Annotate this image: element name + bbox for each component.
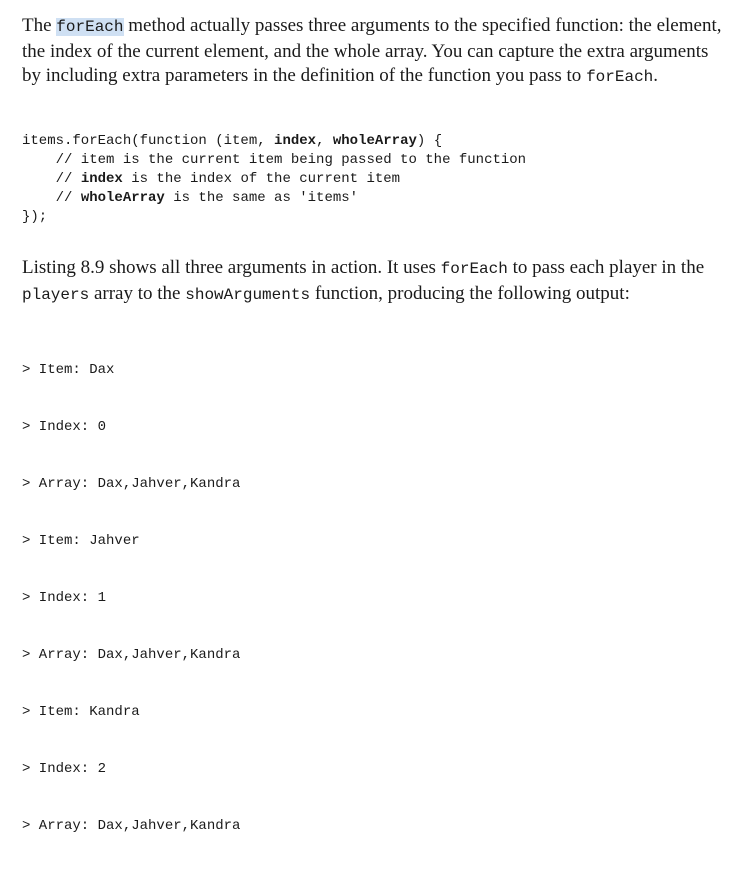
code-text: //	[22, 171, 81, 187]
code-text: ) {	[416, 133, 443, 149]
code-bold-text: index	[274, 133, 317, 149]
intro-paragraph: The forEach method actually passes three…	[22, 14, 728, 90]
code-line: items.forEach(function (item, index, who…	[22, 132, 526, 151]
inline-code-showarguments: showArguments	[185, 285, 311, 304]
inline-code-foreach-highlighted: forEach	[56, 18, 124, 36]
output-line: > Index: 2	[22, 761, 107, 777]
text-run: .	[653, 65, 659, 86]
text-run: Listing 8.9 shows all three arguments in…	[22, 257, 441, 278]
output-line: > Item: Jahver	[22, 533, 140, 549]
output-line: > Array: Dax,Jahver,Kandra	[22, 476, 241, 492]
inline-code-players: players	[22, 285, 90, 304]
output-line: > Item: Kandra	[22, 704, 140, 720]
code-listing: items.forEach(function (item, index, who…	[22, 132, 526, 227]
code-text: });	[22, 209, 48, 225]
output-line: > Item: Dax	[22, 362, 115, 378]
text-run: function, producing the following output…	[310, 282, 630, 304]
text-run: The	[22, 15, 57, 36]
output-line: > Array: Dax,Jahver,Kandra	[22, 818, 241, 834]
code-line: // index is the index of the current ite…	[22, 170, 526, 189]
code-text: is the index of the current item	[122, 171, 401, 187]
inline-code-foreach: forEach	[586, 68, 654, 86]
code-text: is the same as 'items'	[164, 190, 359, 206]
code-text: items.forEach(function (item,	[22, 133, 275, 149]
console-output: > Item: Dax > Index: 0 > Array: Dax,Jahv…	[22, 323, 240, 874]
text-run: array to the	[89, 282, 186, 304]
listing-description-paragraph: Listing 8.9 shows all three arguments in…	[22, 256, 728, 307]
code-bold-text: wholeArray	[80, 190, 165, 206]
code-text: ,	[316, 133, 333, 149]
inline-code-foreach: forEach	[440, 260, 508, 278]
code-bold-text: index	[80, 171, 123, 187]
code-line: // item is the current item being passed…	[22, 151, 527, 170]
code-text: //	[22, 190, 81, 206]
output-line: > Array: Dax,Jahver,Kandra	[22, 647, 241, 663]
code-line: // wholeArray is the same as 'items'	[22, 189, 526, 208]
code-bold-text: wholeArray	[332, 133, 417, 149]
output-line: > Index: 1	[22, 590, 107, 606]
code-line: });	[22, 208, 526, 227]
code-text: // item is the current item being passed…	[22, 152, 527, 168]
text-run: to pass each player in the	[507, 257, 705, 278]
output-line: > Index: 0	[22, 419, 107, 435]
